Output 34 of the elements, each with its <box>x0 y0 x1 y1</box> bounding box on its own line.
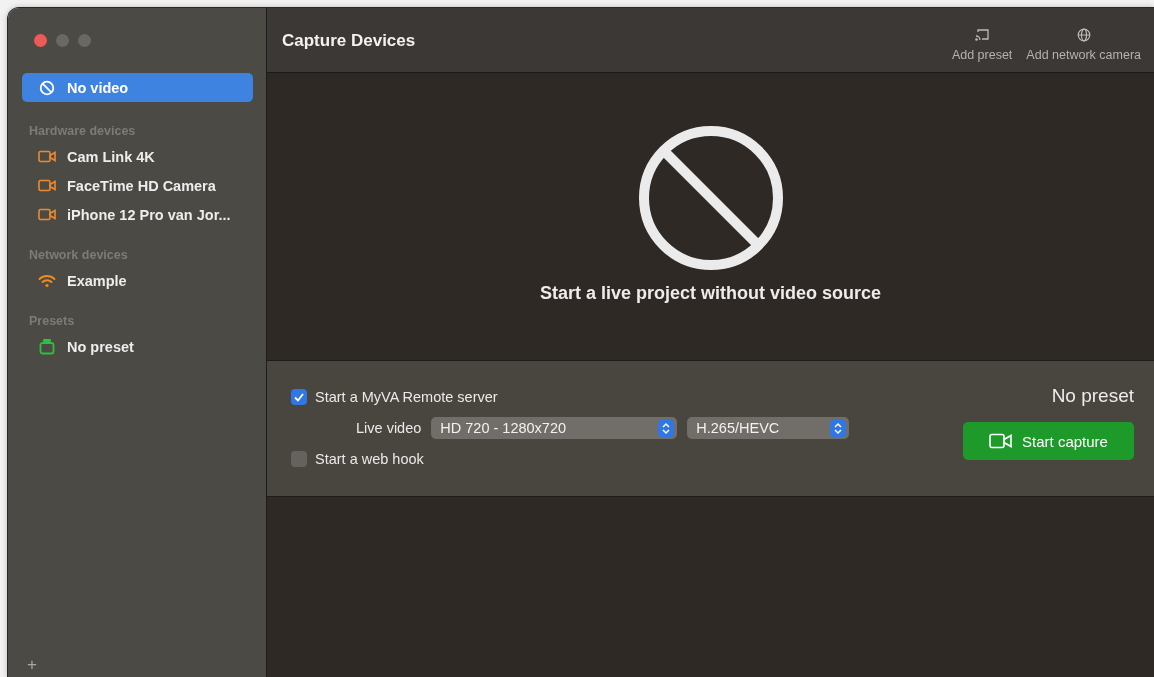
preset-icon <box>39 338 55 355</box>
camera-icon <box>37 150 57 163</box>
camera-icon <box>37 179 57 192</box>
checkbox[interactable] <box>291 389 307 405</box>
camera-icon <box>37 208 57 221</box>
close-button[interactable] <box>34 34 47 47</box>
sidebar-item[interactable]: No preset <box>22 332 253 361</box>
prohibited-icon <box>39 79 55 96</box>
add-preset-button[interactable]: Add preset <box>951 28 1013 62</box>
sidebar-item[interactable]: FaceTime HD Camera <box>22 171 253 200</box>
cast-icon <box>974 28 991 42</box>
resolution-dropdown[interactable]: HD 720 - 1280x720 <box>431 417 678 439</box>
zoom-button[interactable] <box>78 34 91 47</box>
preset-name: No preset <box>1051 385 1134 407</box>
add-network-camera-button[interactable]: Add network camera <box>1026 28 1141 62</box>
field-label: Live video <box>356 420 422 436</box>
checkbox-label: Start a web hook <box>315 451 424 467</box>
checkmark-icon <box>294 392 304 402</box>
codec-dropdown[interactable]: H.265/HEVC <box>687 417 850 439</box>
sidebar-item[interactable]: Cam Link 4K <box>22 142 253 171</box>
window-title: Capture Devices <box>282 31 417 51</box>
checkbox[interactable] <box>291 451 307 467</box>
empty-state-message: Start a live project without video source <box>539 283 882 304</box>
sidebar-item[interactable]: iPhone 12 Pro van Jor... <box>22 200 253 229</box>
prohibited-icon <box>637 125 784 271</box>
sidebar-item[interactable]: No video <box>22 73 253 102</box>
sidebar-item[interactable]: Example <box>22 266 253 295</box>
start-capture-button[interactable]: Start capture <box>963 422 1134 460</box>
minimize-button[interactable] <box>56 34 69 47</box>
add-button[interactable]: + <box>27 655 37 675</box>
camera-icon <box>989 433 1014 449</box>
globe-icon <box>1076 28 1091 42</box>
wifi-icon <box>38 273 56 288</box>
checkbox-label: Start a MyVA Remote server <box>315 389 498 405</box>
